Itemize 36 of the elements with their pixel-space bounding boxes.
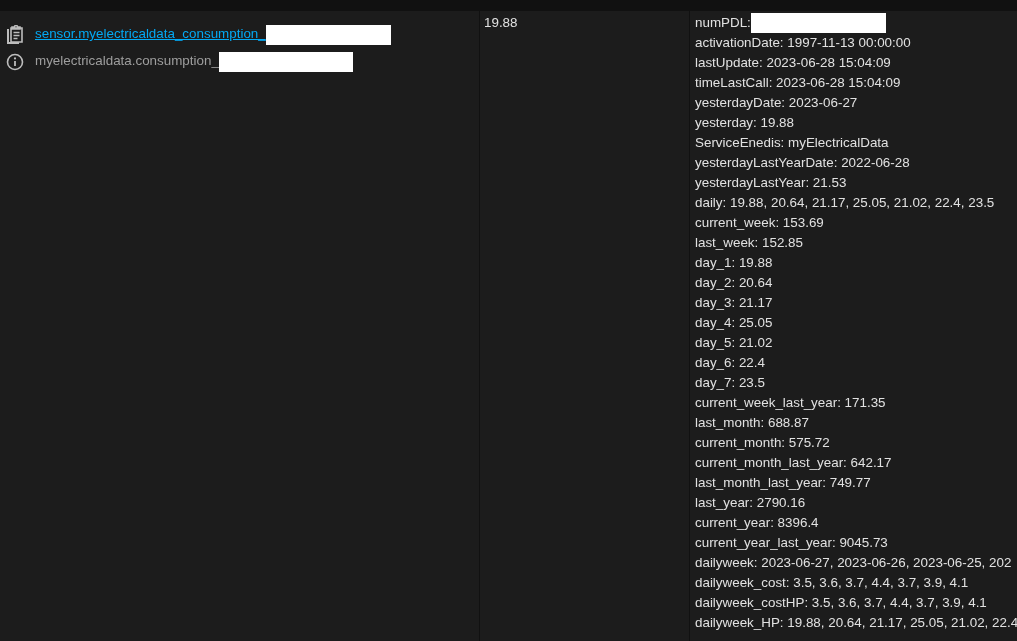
attribute-text: dailyweek_HP: 19.88, 20.64, 21.17, 25.05, 21.02, 22.4: [695, 614, 1017, 632]
attribute-text: day_6: 22.4: [695, 354, 765, 372]
attribute-text: dailyweek: 2023-06-27, 2023-06-26, 2023-06-25, 202: [695, 554, 1012, 572]
attribute-text: yesterdayLastYearDate: 2022-06-28: [695, 154, 910, 172]
attribute-text: dailyweek_cost: 3.5, 3.6, 3.7, 4.4, 3.7, 3.9, 4.1: [695, 574, 969, 592]
attribute-text: ServiceEnedis: myElectricalData: [695, 134, 889, 152]
attribute-text: last_month: 688.87: [695, 414, 809, 432]
attribute-text: timeLastCall: 2023-06-28 15:04:09: [695, 74, 901, 92]
info-icon[interactable]: [6, 52, 24, 71]
attribute-text: current_month_last_year: 642.17: [695, 454, 892, 472]
clipboard-icon[interactable]: [6, 24, 24, 45]
attribute-text: last_week: 152.85: [695, 234, 803, 252]
state-value: 19.88: [484, 14, 518, 32]
attribute-text: activationDate: 1997-11-13 00:00:00: [695, 34, 911, 52]
attribute-text: day_3: 21.17: [695, 294, 773, 312]
attribute-text: numPDL:: [695, 14, 751, 32]
entity-link[interactable]: sensor.myelectricaldata_consumption_: [35, 26, 266, 42]
friendly-name: myelectricaldata.consumption_: [35, 53, 219, 69]
attribute-text: day_5: 21.02: [695, 334, 773, 352]
attribute-text: last_year: 2790.16: [695, 494, 806, 512]
attribute-text: day_1: 19.88: [695, 254, 773, 272]
attribute-text: current_year_last_year: 9045.73: [695, 534, 888, 552]
attribute-text: lastUpdate: 2023-06-28 15:04:09: [695, 54, 891, 72]
attribute-text: last_month_last_year: 749.77: [695, 474, 871, 492]
attribute-text: yesterdayLastYear: 21.53: [695, 174, 847, 192]
attribute-text: current_week: 153.69: [695, 214, 824, 232]
attribute-text: current_year: 8396.4: [695, 514, 819, 532]
attribute-text: day_2: 20.64: [695, 274, 773, 292]
attribute-text: current_month: 575.72: [695, 434, 830, 452]
attribute-text: daily: 19.88, 20.64, 21.17, 25.05, 21.02, 22.4, 23.5: [695, 194, 995, 212]
attribute-text: day_7: 23.5: [695, 374, 765, 392]
attribute-text: yesterdayDate: 2023-06-27: [695, 94, 858, 112]
attribute-text: yesterday: 19.88: [695, 114, 794, 132]
attribute-text: dailyweek_costHP: 3.5, 3.6, 3.7, 4.4, 3.7, 3.9, 4.1: [695, 594, 987, 612]
attribute-text: current_week_last_year: 171.35: [695, 394, 886, 412]
attribute-text: day_4: 25.05: [695, 314, 773, 332]
